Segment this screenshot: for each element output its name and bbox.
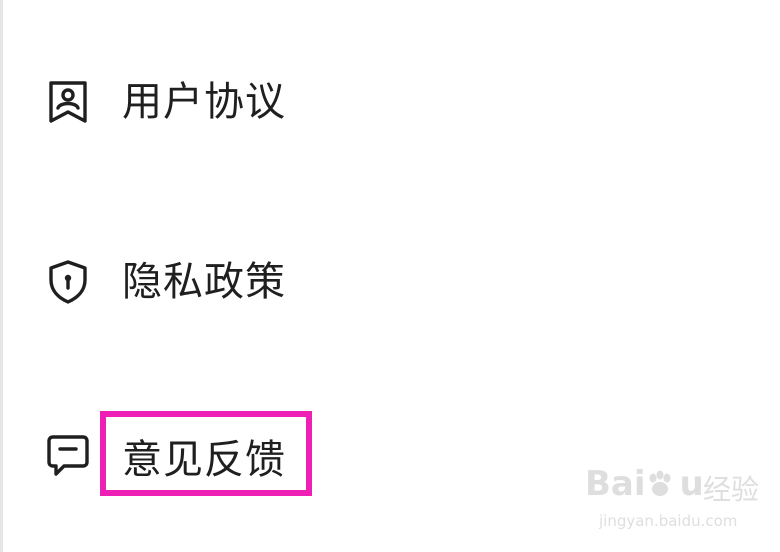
watermark-url: jingyan.baidu.com	[599, 512, 738, 530]
shield-lock-icon	[44, 258, 92, 306]
watermark-cn: 经验	[703, 473, 760, 506]
menu-item-privacy-policy[interactable]: 隐私政策	[0, 220, 780, 340]
highlight-box	[100, 411, 312, 496]
menu-item-label: 隐私政策	[122, 259, 286, 305]
paw-icon	[645, 470, 675, 500]
chat-bubble-icon	[44, 432, 92, 480]
watermark: Bai u 经验 jingyan.baidu.com	[585, 464, 775, 544]
bookmark-user-icon	[44, 78, 92, 126]
menu-item-user-agreement[interactable]: 用户协议	[0, 42, 780, 162]
menu-item-label: 用户协议	[122, 79, 286, 125]
